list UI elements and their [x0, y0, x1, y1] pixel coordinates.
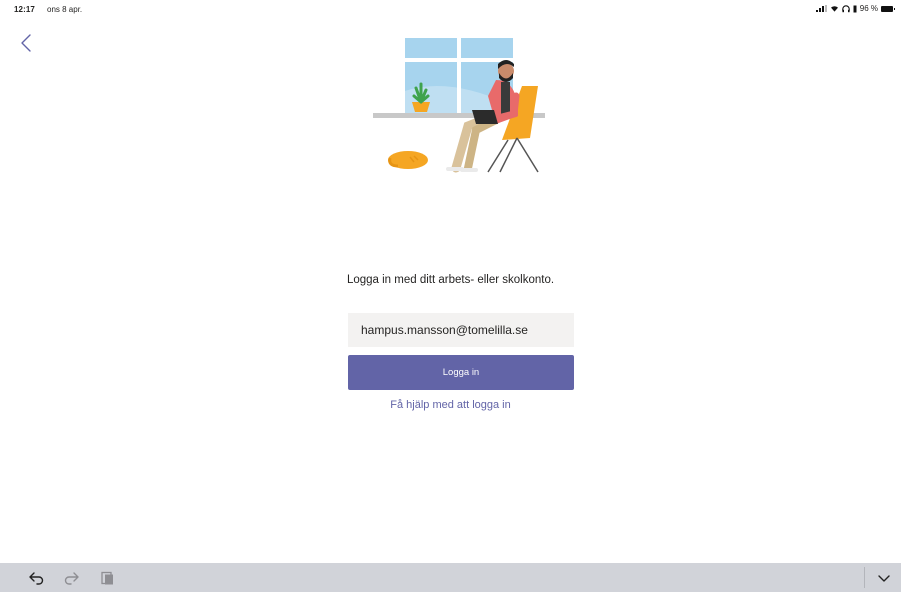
- toolbar-divider: [864, 567, 865, 588]
- undo-icon[interactable]: [28, 571, 44, 585]
- keyboard-shortcut-bar: [0, 563, 901, 592]
- status-bar: 12:17 ons 8 apr. 96 %: [0, 0, 901, 18]
- sign-in-help-link[interactable]: Få hjälp med att logga in: [0, 399, 901, 411]
- status-date: ons 8 apr.: [47, 5, 83, 14]
- cellular-signal-icon: [815, 5, 827, 12]
- email-field[interactable]: [348, 313, 574, 347]
- battery-icon: [881, 5, 895, 12]
- wifi-icon: [830, 6, 838, 12]
- paste-icon[interactable]: [99, 571, 115, 585]
- headphones-icon: [842, 4, 850, 12]
- chevron-left-icon[interactable]: [17, 33, 37, 53]
- chevron-down-icon[interactable]: [876, 571, 892, 585]
- person-working-at-window-illustration: [373, 38, 545, 173]
- redo-icon[interactable]: [64, 571, 80, 585]
- status-time: 12:17: [14, 5, 35, 14]
- status-indicators: 96 %: [815, 4, 895, 13]
- login-button[interactable]: Logga in: [348, 355, 574, 390]
- battery-percent: 96 %: [859, 4, 878, 13]
- orientation-lock-icon: [853, 5, 857, 12]
- login-prompt: Logga in med ditt arbets- eller skolkont…: [346, 274, 555, 286]
